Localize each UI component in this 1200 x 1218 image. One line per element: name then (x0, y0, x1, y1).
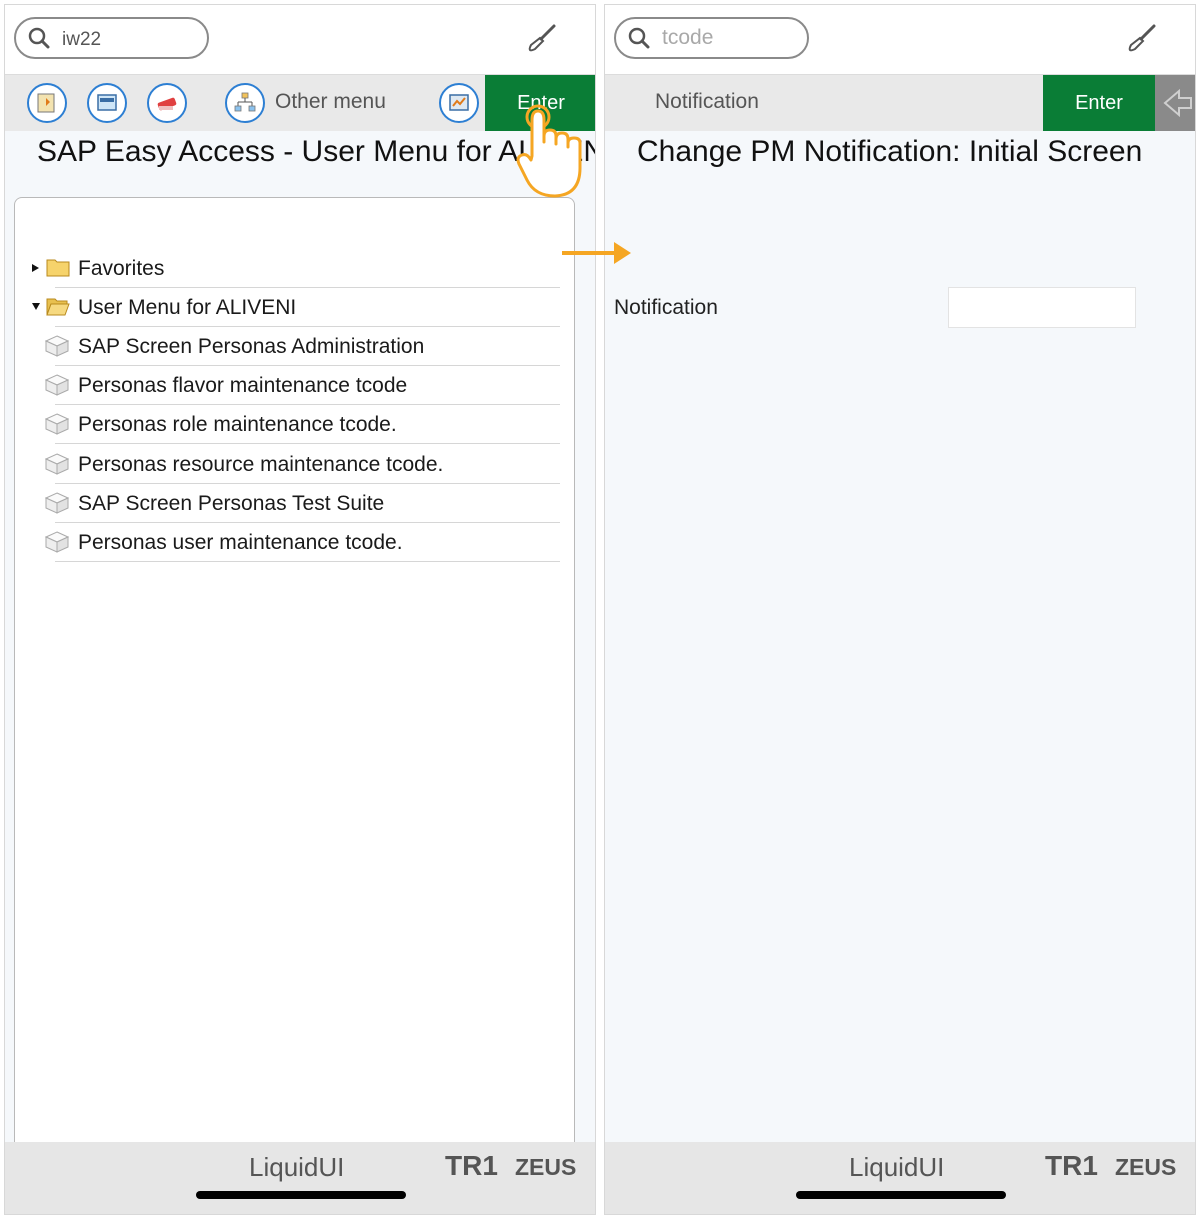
transaction-cube-icon (45, 374, 69, 396)
other-menu-icon (234, 92, 256, 112)
menu-tree: Favorites User Menu for ALIVENI SAP Scre… (14, 197, 575, 1157)
easy-access-icon (97, 94, 117, 111)
other-menu-button[interactable] (225, 83, 265, 123)
top-bar: iw22 (5, 5, 595, 75)
home-indicator[interactable] (196, 1191, 406, 1199)
display-button[interactable] (439, 83, 479, 123)
tree-item-label: Favorites (78, 257, 165, 280)
footer-brand: LiquidUI (849, 1152, 945, 1182)
right-screen: tcode Notification Enter Change PM Notif… (604, 4, 1196, 1215)
footer-brand: LiquidUI (249, 1152, 345, 1182)
tree-item-transaction[interactable]: Personas role maintenance tcode. (15, 405, 560, 444)
other-menu-label[interactable]: Other menu (275, 90, 386, 114)
tree-item-user-menu[interactable]: User Menu for ALIVENI (15, 288, 560, 327)
delete-favorite-icon (157, 97, 177, 111)
footer-system: TR1 (1045, 1150, 1098, 1181)
tree-item-label: Personas role maintenance tcode. (78, 413, 397, 436)
notification-label: Notification (614, 296, 718, 319)
tree-item-label: Personas flavor maintenance tcode (78, 374, 408, 397)
footer-system: TR1 (445, 1150, 498, 1181)
tab-notification[interactable]: Notification (655, 90, 759, 114)
tree-item-favorites[interactable]: Favorites (15, 249, 560, 288)
flow-arrow-icon (562, 242, 631, 264)
footer-server: ZEUS (1115, 1154, 1177, 1180)
page-title: SAP Easy Access - User Menu for ALIVENI (37, 135, 596, 168)
paintbrush-icon[interactable] (527, 23, 557, 53)
toolbar: Notification Enter (605, 75, 1195, 131)
footer-bar: LiquidUI TR1 ZEUS (5, 1142, 595, 1214)
home-indicator[interactable] (796, 1191, 1006, 1199)
transaction-cube-icon (45, 335, 69, 357)
enter-button[interactable]: Enter (1043, 75, 1155, 131)
search-icon (28, 27, 50, 49)
left-screen: iw22 Other menu Enter SAP Easy Access - … (4, 4, 596, 1215)
tree-item-label: SAP Screen Personas Administration (78, 335, 425, 358)
tree-item-label: User Menu for ALIVENI (78, 296, 297, 319)
transaction-cube-icon (45, 531, 69, 553)
tree-item-label: Personas resource maintenance tcode. (78, 453, 444, 476)
footer-bar: LiquidUI TR1 ZEUS (605, 1142, 1195, 1214)
easy-access-button[interactable] (87, 83, 127, 123)
tree-item-transaction[interactable]: Personas resource maintenance tcode. (15, 445, 560, 484)
transaction-cube-icon (45, 492, 69, 514)
favorites-icon (37, 93, 55, 113)
search-input-value[interactable]: iw22 (62, 29, 101, 51)
tap-hand-icon (516, 104, 582, 198)
search-field[interactable]: iw22 (14, 17, 209, 59)
back-button[interactable] (1155, 75, 1195, 131)
tree-item-transaction[interactable]: Personas user maintenance tcode. (15, 523, 560, 562)
paintbrush-icon[interactable] (1127, 23, 1157, 53)
transaction-cube-icon (45, 413, 69, 435)
back-icon (1163, 88, 1192, 118)
page-title: Change PM Notification: Initial Screen (637, 135, 1143, 168)
tree-item-label: Personas user maintenance tcode. (78, 531, 403, 554)
folder-icon (46, 259, 70, 277)
favorites-button[interactable] (27, 83, 67, 123)
search-icon (628, 27, 650, 49)
open-folder-icon (46, 298, 70, 316)
tree-item-transaction[interactable]: SAP Screen Personas Administration (15, 327, 560, 366)
search-input-placeholder[interactable]: tcode (662, 26, 713, 50)
notification-input[interactable] (948, 287, 1136, 328)
divider (55, 443, 560, 444)
tree-item-transaction[interactable]: SAP Screen Personas Test Suite (15, 484, 560, 523)
delete-favorite-button[interactable] (147, 83, 187, 123)
tree-item-transaction[interactable]: Personas flavor maintenance tcode (15, 366, 560, 405)
tree-item-label: SAP Screen Personas Test Suite (78, 492, 385, 515)
transaction-cube-icon (45, 453, 69, 475)
collapsed-caret-icon (32, 264, 39, 272)
footer-server: ZEUS (515, 1154, 577, 1180)
toolbar: Other menu Enter (5, 75, 595, 131)
search-field[interactable]: tcode (614, 17, 809, 59)
top-bar: tcode (605, 5, 1195, 75)
expanded-caret-icon (32, 303, 40, 310)
display-icon (449, 94, 469, 111)
divider (55, 561, 560, 562)
